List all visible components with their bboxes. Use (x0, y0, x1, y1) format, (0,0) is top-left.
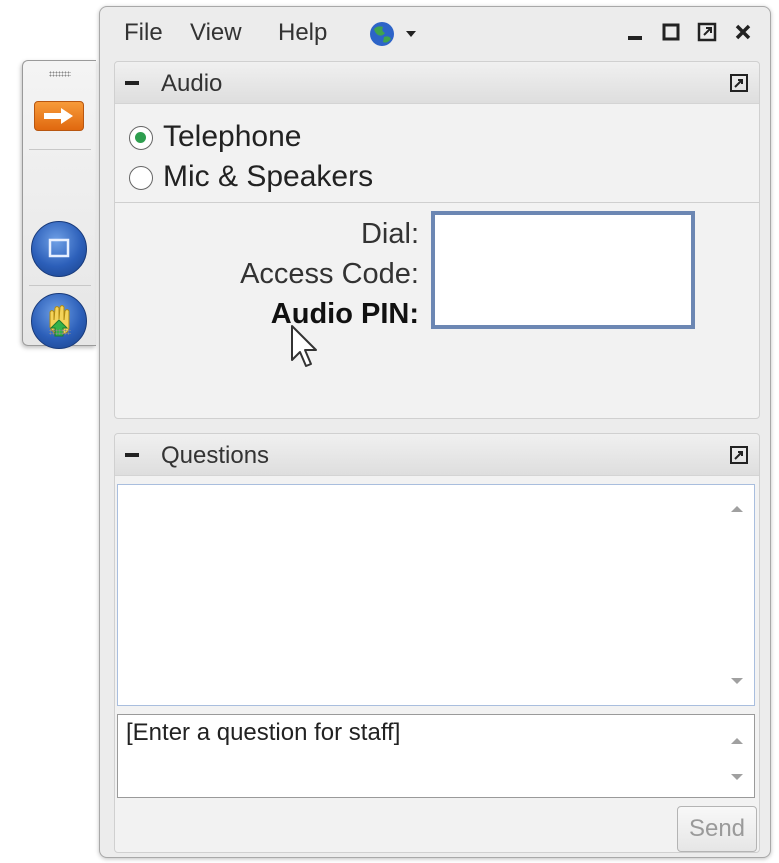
mic-speakers-radio[interactable] (129, 166, 153, 190)
scroll-up-icon[interactable] (730, 501, 744, 512)
question-input-placeholder[interactable]: [Enter a question for staff] (126, 719, 400, 747)
telephone-label[interactable]: Telephone (163, 120, 301, 154)
drag-grip-top[interactable] (49, 71, 71, 77)
share-screen-icon[interactable] (31, 221, 87, 277)
popout-glyph (730, 74, 748, 92)
popout-icon[interactable] (729, 73, 749, 93)
scroll-down-icon[interactable] (730, 769, 744, 780)
questions-panel-title: Questions (161, 442, 270, 469)
minimize-icon[interactable] (624, 21, 646, 43)
menu-help[interactable]: Help (278, 19, 327, 47)
question-input[interactable]: [Enter a question for staff] (117, 714, 755, 798)
minimize-glyph (628, 36, 642, 40)
audio-panel-header: Audio (115, 62, 759, 104)
toolbar-divider (29, 285, 91, 286)
globe-icon[interactable] (368, 20, 426, 48)
webinar-control-panel: File View Help Audio Telephone Mic & Spe… (99, 6, 771, 858)
restore-icon[interactable] (696, 21, 718, 43)
close-glyph (735, 24, 751, 40)
questions-panel: Questions [Enter a question for staff] S… (114, 433, 760, 853)
audio-divider (115, 202, 759, 203)
menu-file[interactable]: File (124, 19, 163, 47)
mic-speakers-label[interactable]: Mic & Speakers (163, 160, 373, 194)
scroll-up-glyph (731, 738, 743, 744)
arrow-icon[interactable] (34, 101, 84, 131)
audio-panel: Audio Telephone Mic & Speakers Dial: Acc… (114, 61, 760, 419)
send-button[interactable]: Send (677, 806, 757, 852)
questions-panel-header: Questions (115, 434, 759, 476)
scroll-up-glyph (731, 506, 743, 512)
mouse-pointer-icon (289, 324, 321, 374)
questions-log[interactable] (117, 484, 755, 706)
popout-glyph (730, 446, 748, 464)
collapse-icon[interactable] (125, 453, 139, 457)
pointer-glyph (291, 325, 317, 367)
access-code-label: Access Code: (240, 258, 419, 290)
raise-hand-icon[interactable] (31, 293, 87, 349)
maximize-icon[interactable] (660, 21, 682, 43)
hand-glyph (49, 305, 70, 337)
menu-bar: File View Help (100, 7, 770, 57)
menu-view[interactable]: View (190, 19, 242, 47)
popout-icon[interactable] (729, 445, 749, 465)
arrow-glyph (44, 108, 73, 124)
restore-glyph (697, 22, 717, 42)
maximize-glyph (662, 23, 680, 41)
scroll-up-icon[interactable] (730, 733, 744, 744)
scroll-down-glyph (731, 774, 743, 780)
side-toolbar (22, 60, 96, 349)
scroll-down-icon[interactable] (730, 673, 744, 684)
scroll-down-glyph (731, 678, 743, 684)
close-icon[interactable] (732, 21, 754, 43)
collapse-icon[interactable] (125, 81, 139, 85)
audio-panel-title: Audio (161, 70, 223, 97)
globe-glyph (370, 22, 416, 46)
toolbar-divider (29, 149, 91, 150)
screen-glyph (48, 238, 70, 258)
dial-label: Dial: (360, 218, 419, 250)
drag-grip-bottom[interactable] (49, 329, 71, 335)
dial-in-info-box (431, 211, 695, 329)
telephone-radio[interactable] (129, 126, 153, 150)
